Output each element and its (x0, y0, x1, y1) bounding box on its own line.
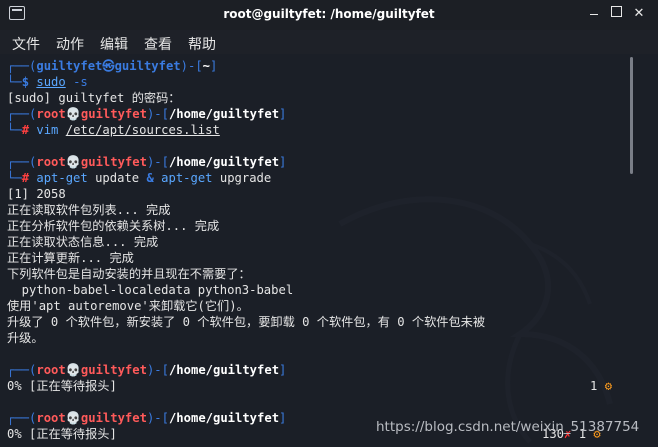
scrollbar-thumb[interactable] (630, 57, 633, 174)
menu-help[interactable]: 帮助 (188, 34, 216, 54)
output-line: 正在计算更新... 完成 (7, 251, 134, 265)
minimize-icon (589, 8, 598, 17)
prompt-line: ┌──(root💀guiltyfet)-[/home/guiltyfet] (7, 155, 287, 169)
skull-icon: 💀 (65, 155, 81, 169)
terminal-output[interactable]: ┌──(guiltyfet㉿guiltyfet)-[~] └─$ sudo -s… (0, 54, 640, 447)
output-line: python-babel-localedata python3-babel (7, 283, 294, 297)
right-prompt: 1 ⚙ (590, 379, 613, 393)
output-line: 正在读取软件包列表... 完成 (7, 203, 171, 217)
output-line: [1] 2058 (7, 187, 66, 201)
prompt-line: ┌──(guiltyfet㉿guiltyfet)-[~] (7, 59, 218, 73)
close-button[interactable]: ✕ (630, 5, 648, 23)
gear-icon: ⚙ (604, 379, 613, 393)
title-bar: root@guiltyfet: /home/guiltyfet ✕ (0, 0, 658, 31)
skull-icon: 💀 (65, 411, 81, 425)
menu-view[interactable]: 查看 (144, 34, 172, 54)
output-line: 正在读取状态信息... 完成 (7, 235, 159, 249)
menu-file[interactable]: 文件 (12, 34, 40, 54)
skull-icon: 💀 (65, 107, 81, 121)
skull-icon: 💀 (65, 363, 81, 377)
command-line: └─# vim /etc/apt/sources.list (7, 123, 220, 137)
output-line: 升级。 (7, 331, 44, 345)
output-line: 下列软件包是自动安装的并且现在不需要了： (7, 267, 251, 281)
maximize-button[interactable] (607, 5, 625, 23)
output-line: 0% [正在等待报头] (7, 427, 117, 441)
prompt-line: ┌──(root💀guiltyfet)-[/home/guiltyfet] (7, 363, 287, 377)
terminal-window: root@guiltyfet: /home/guiltyfet ✕ 文件 动作 … (0, 0, 658, 447)
output-line: 使用'apt autoremove'来卸载它(它们)。 (7, 299, 249, 313)
window-title: root@guiltyfet: /home/guiltyfet (223, 7, 435, 21)
close-icon: ✕ (633, 6, 645, 21)
output-line: [sudo] guiltyfet 的密码： (7, 91, 181, 105)
menu-edit[interactable]: 编辑 (100, 34, 128, 54)
menu-action[interactable]: 动作 (56, 34, 84, 54)
prompt-line: ┌──(root💀guiltyfet)-[/home/guiltyfet] (7, 107, 287, 121)
csdn-watermark: https://blog.csdn.net/weixin_51387754 (376, 419, 640, 435)
command-line: └─$ sudo -s (7, 75, 88, 89)
prompt-line: ┌──(root💀guiltyfet)-[/home/guiltyfet] (7, 411, 287, 425)
output-line: 正在分析软件包的依赖关系树... 完成 (7, 219, 220, 233)
output-line: 升级了 0 个软件包，新安装了 0 个软件包，要卸载 0 个软件包，有 0 个软… (7, 315, 486, 329)
command-line: └─# apt-get update & apt-get upgrade (7, 171, 272, 185)
menu-bar: 文件 动作 编辑 查看 帮助 (0, 30, 658, 54)
output-line: 0% [正在等待报头] (7, 379, 117, 393)
minimize-button[interactable] (584, 5, 602, 23)
maximize-icon (610, 6, 622, 17)
